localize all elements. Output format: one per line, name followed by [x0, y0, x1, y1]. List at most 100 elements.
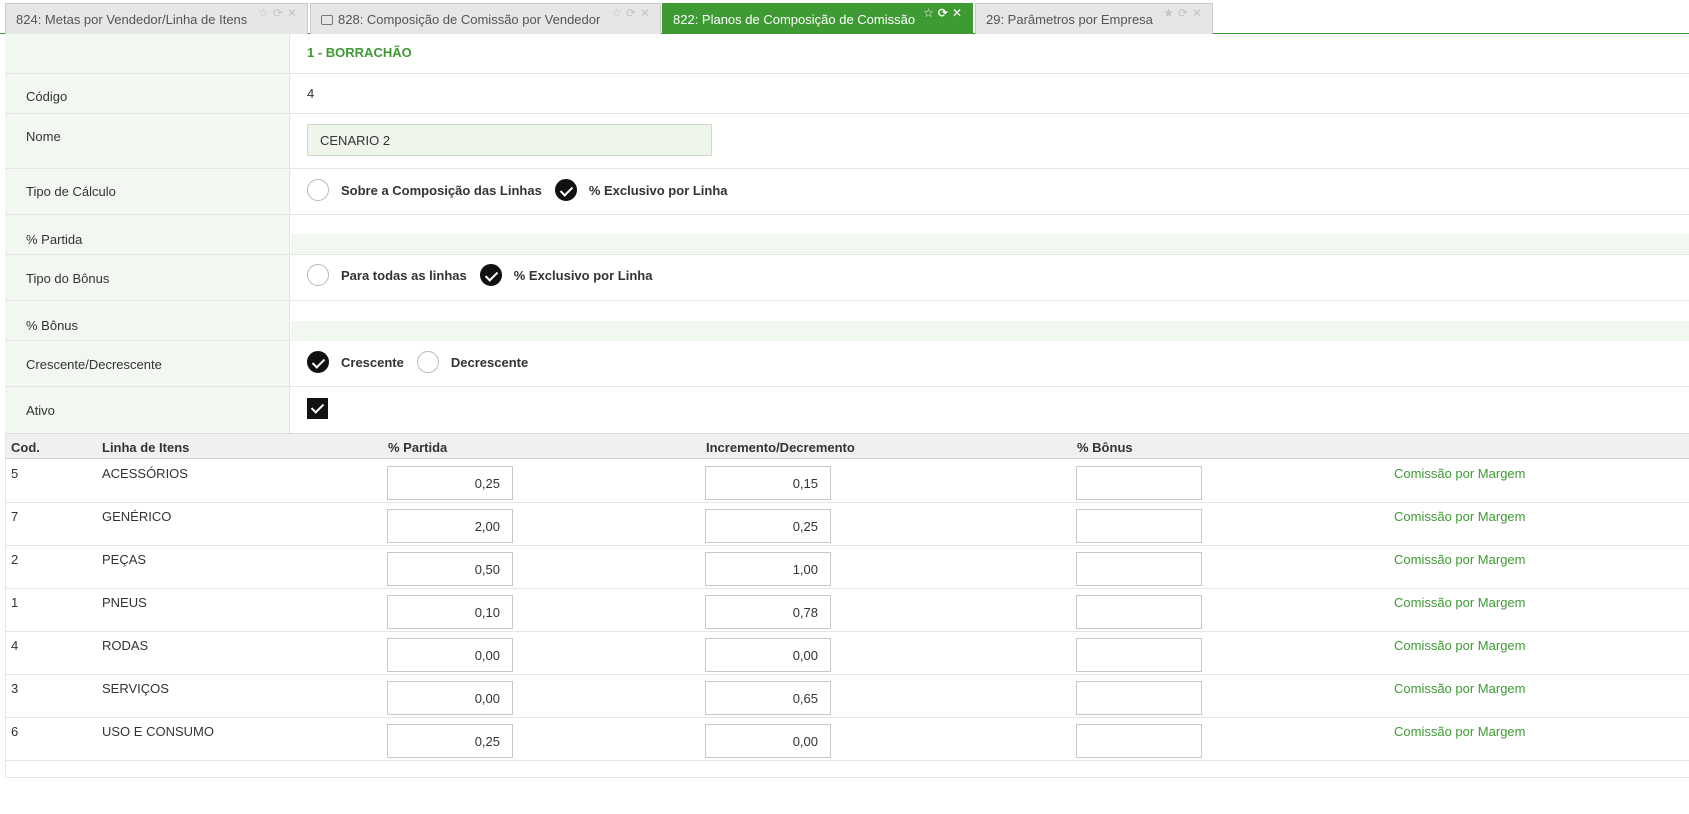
- codigo-label: Código: [5, 74, 290, 113]
- tab-828[interactable]: 828: Composição de Comissão por Vendedor…: [310, 3, 661, 34]
- partida-input[interactable]: [387, 552, 513, 586]
- form-header-row: 1 - BORRACHÃO: [5, 34, 1689, 74]
- comissao-margem-link[interactable]: Comissão por Margem: [1394, 509, 1526, 524]
- cell-cod: 1: [11, 595, 19, 610]
- nome-input[interactable]: [307, 124, 712, 156]
- incremento-input[interactable]: [705, 552, 831, 586]
- close-icon[interactable]: ✕: [1192, 6, 1206, 20]
- close-icon[interactable]: ✕: [952, 6, 966, 20]
- printer-icon: [321, 15, 333, 25]
- radio-todas-linhas[interactable]: [307, 264, 329, 286]
- col-header-linha[interactable]: Linha de Itens: [102, 440, 189, 455]
- cell-cod: 4: [11, 638, 19, 653]
- codigo-value: 4: [307, 86, 315, 101]
- partida-input[interactable]: [387, 466, 513, 500]
- codigo-row: Código 4: [5, 74, 1689, 114]
- incremento-input[interactable]: [705, 724, 831, 758]
- bonus-label: % Bônus: [5, 301, 290, 340]
- comissao-margem-link[interactable]: Comissão por Margem: [1394, 681, 1526, 696]
- nome-label: Nome: [5, 114, 290, 168]
- incremento-input[interactable]: [705, 681, 831, 715]
- radio-label: Sobre a Composição das Linhas: [341, 182, 542, 198]
- incremento-input[interactable]: [705, 466, 831, 500]
- partida-input[interactable]: [387, 595, 513, 629]
- bonus-input[interactable]: [1076, 509, 1202, 543]
- col-header-partida[interactable]: % Partida: [388, 440, 447, 455]
- refresh-icon[interactable]: ⟳: [1178, 6, 1192, 20]
- bonus-row: % Bônus: [5, 301, 1689, 341]
- refresh-icon[interactable]: ⟳: [273, 6, 287, 20]
- comissao-margem-link[interactable]: Comissão por Margem: [1394, 724, 1526, 739]
- bonus-input[interactable]: [1076, 681, 1202, 715]
- cell-linha: USO E CONSUMO: [102, 724, 214, 739]
- bonus-input[interactable]: [1076, 638, 1202, 672]
- radio-sobre-composicao[interactable]: [307, 179, 329, 201]
- partida-input[interactable]: [387, 681, 513, 715]
- bonus-input[interactable]: [1076, 552, 1202, 586]
- tipo-calculo-row: Tipo de Cálculo Sobre a Composição das L…: [5, 169, 1689, 215]
- close-icon[interactable]: ✕: [287, 6, 301, 20]
- tipo-bonus-label: Tipo do Bônus: [5, 255, 290, 300]
- radio-label: % Exclusivo por Linha: [513, 267, 653, 283]
- incremento-input[interactable]: [705, 509, 831, 543]
- comissao-margem-link[interactable]: Comissão por Margem: [1394, 466, 1526, 481]
- ordem-label: Crescente/Decrescente: [5, 341, 290, 386]
- radio-bonus-exclusivo-linha[interactable]: [479, 264, 502, 286]
- table-row: 3 SERVIÇOS Comissão por Margem: [6, 675, 1689, 718]
- star-icon[interactable]: ☆: [611, 6, 626, 20]
- comissao-margem-link[interactable]: Comissão por Margem: [1394, 552, 1526, 567]
- refresh-icon[interactable]: ⟳: [938, 6, 952, 20]
- star-icon[interactable]: ☆: [923, 6, 938, 20]
- star-icon[interactable]: ★: [1163, 6, 1178, 20]
- cell-linha: ACESSÓRIOS: [102, 466, 188, 481]
- tab-822[interactable]: 822: Planos de Composição de Comissão ☆⟳…: [662, 3, 973, 34]
- radio-label: Crescente: [341, 354, 404, 370]
- col-header-bonus[interactable]: % Bônus: [1077, 440, 1133, 455]
- partida-input[interactable]: [387, 509, 513, 543]
- table-row: 4 RODAS Comissão por Margem: [6, 632, 1689, 675]
- bonus-input[interactable]: [1076, 466, 1202, 500]
- col-header-cod[interactable]: Cod.: [11, 440, 40, 455]
- col-header-incremento[interactable]: Incremento/Decremento: [706, 440, 855, 455]
- cell-linha: GENÉRICO: [102, 509, 172, 524]
- tab-label: 822: Planos de Composição de Comissão: [673, 12, 916, 27]
- comissao-margem-link[interactable]: Comissão por Margem: [1394, 595, 1526, 610]
- close-icon[interactable]: ✕: [640, 6, 654, 20]
- tab-label: 824: Metas por Vendedor/Linha de Itens: [16, 12, 248, 27]
- tipo-calculo-options: Sobre a Composição das Linhas % Exclusivo…: [307, 179, 741, 201]
- tab-label: 828: Composição de Comissão por Vendedor: [338, 12, 601, 27]
- radio-crescente[interactable]: [307, 351, 329, 373]
- nome-row: Nome: [5, 114, 1689, 169]
- form-header-label-cell: [5, 34, 290, 73]
- tab-label: 29: Parâmetros por Empresa: [986, 12, 1153, 27]
- radio-label: % Exclusivo por Linha: [588, 182, 728, 198]
- linhas-grid: Cod. Linha de Itens % Partida Incremento…: [5, 433, 1689, 778]
- grid-header: Cod. Linha de Itens % Partida Incremento…: [6, 433, 1689, 459]
- tab-824[interactable]: 824: Metas por Vendedor/Linha de Itens ☆…: [5, 3, 308, 34]
- cell-cod: 3: [11, 681, 19, 696]
- bonus-field-disabled: [291, 321, 1689, 341]
- radio-decrescente[interactable]: [416, 351, 439, 373]
- bonus-input[interactable]: [1076, 724, 1202, 758]
- incremento-input[interactable]: [705, 595, 831, 629]
- table-row: 5 ACESSÓRIOS Comissão por Margem: [6, 460, 1689, 503]
- star-icon[interactable]: ☆: [258, 6, 273, 20]
- radio-exclusivo-linha[interactable]: [554, 179, 577, 201]
- cell-linha: RODAS: [102, 638, 149, 653]
- ativo-checkbox[interactable]: [307, 398, 328, 419]
- incremento-input[interactable]: [705, 638, 831, 672]
- partida-input[interactable]: [387, 638, 513, 672]
- comissao-margem-link[interactable]: Comissão por Margem: [1394, 638, 1526, 653]
- cell-cod: 2: [11, 552, 19, 567]
- tab-actions: ☆⟳✕: [258, 6, 301, 20]
- bonus-input[interactable]: [1076, 595, 1202, 629]
- cell-cod: 7: [11, 509, 19, 524]
- table-row: 7 GENÉRICO Comissão por Margem: [6, 503, 1689, 546]
- cell-cod: 5: [11, 466, 19, 481]
- radio-label: Para todas as linhas: [341, 267, 467, 283]
- partida-input[interactable]: [387, 724, 513, 758]
- tipo-calculo-label: Tipo de Cálculo: [5, 169, 290, 214]
- refresh-icon[interactable]: ⟳: [626, 6, 640, 20]
- tab-actions: ☆⟳✕: [611, 6, 654, 20]
- tab-29[interactable]: 29: Parâmetros por Empresa ★⟳✕: [975, 3, 1213, 34]
